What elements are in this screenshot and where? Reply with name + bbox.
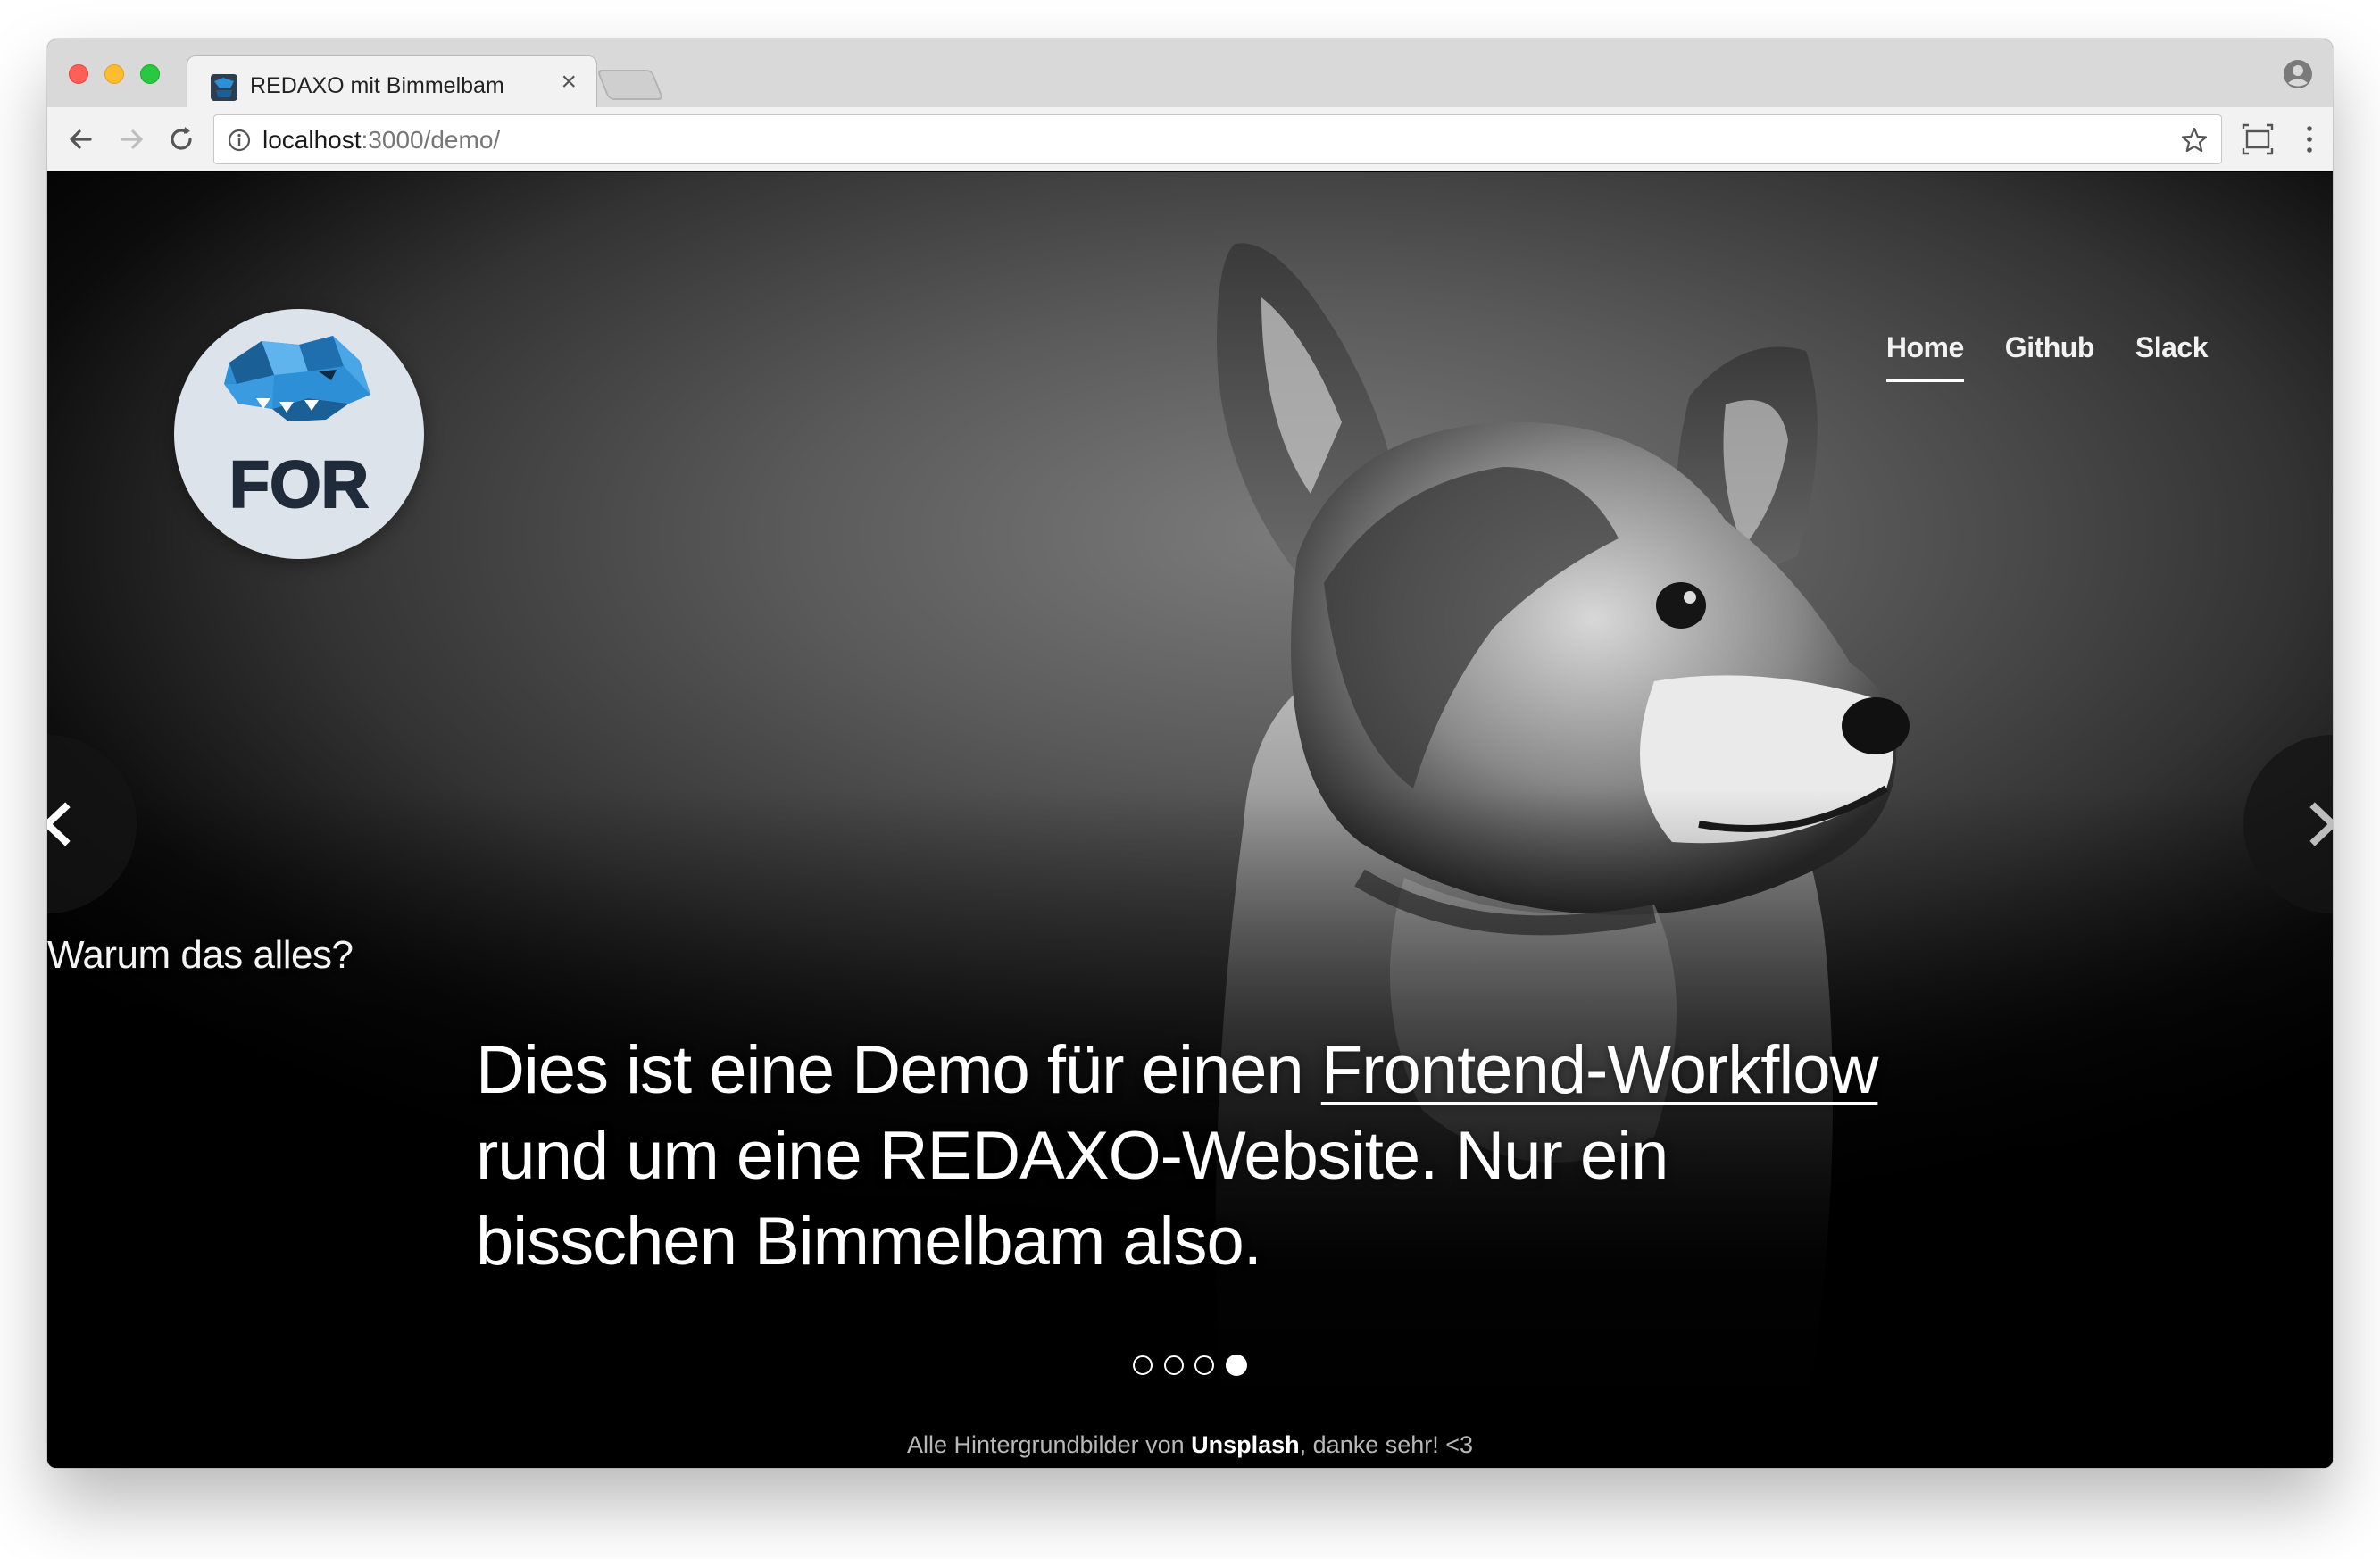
favicon-icon <box>211 74 237 101</box>
browser-tab[interactable]: REDAXO mit Bimmelbam × <box>187 55 597 109</box>
slider-dot-1[interactable] <box>1133 1355 1153 1375</box>
footer-credit: Alle Hintergrundbilder von Unsplash, dan… <box>47 1431 2333 1459</box>
unsplash-link[interactable]: Unsplash <box>1191 1431 1300 1458</box>
url-host: localhost <box>262 126 362 154</box>
more-options-icon[interactable] <box>2301 123 2318 155</box>
tab-close-icon[interactable]: × <box>561 69 577 96</box>
site-logo[interactable]: FOR <box>174 309 424 559</box>
nav-item-github[interactable]: Github <box>2005 331 2095 382</box>
slide-caption-title: Warum das alles? <box>47 933 354 977</box>
caption-post: rund um eine REDAXO-Website. Nur ein bis… <box>476 1118 1668 1280</box>
caption-pre: Dies ist eine Demo für einen <box>476 1032 1321 1108</box>
browser-window: REDAXO mit Bimmelbam × localhost:3000/de… <box>47 39 2333 1468</box>
nav-item-slack[interactable]: Slack <box>2135 331 2209 382</box>
slider-dot-2[interactable] <box>1163 1355 1184 1375</box>
close-window-button[interactable] <box>69 64 88 84</box>
slider-pagination <box>47 1355 2333 1376</box>
tab-bar: REDAXO mit Bimmelbam × <box>47 39 2333 109</box>
page-viewport: FOR Home Github Slack Warum das alles? D… <box>47 172 2333 1468</box>
logo-text: FOR <box>229 447 369 521</box>
chevron-right-icon <box>2309 802 2333 846</box>
slider-dot-3[interactable] <box>1194 1355 1215 1375</box>
tab-title: REDAXO mit Bimmelbam <box>250 73 504 98</box>
footer-pre: Alle Hintergrundbilder von <box>906 1431 1192 1458</box>
minimize-window-button[interactable] <box>104 64 124 84</box>
nav-item-home[interactable]: Home <box>1885 331 1964 382</box>
slider-dot-4[interactable] <box>1225 1355 1247 1376</box>
url-path: :3000/demo/ <box>361 126 501 154</box>
info-icon[interactable] <box>227 128 252 153</box>
frontend-workflow-link[interactable]: Frontend-Workflow <box>1321 1032 1879 1108</box>
url-text: localhost:3000/demo/ <box>262 126 500 154</box>
bookmark-star-icon[interactable] <box>2180 126 2209 154</box>
reload-icon[interactable] <box>163 121 199 157</box>
back-icon[interactable] <box>63 121 99 157</box>
browser-toolbar: localhost:3000/demo/ <box>47 107 2333 171</box>
footer-post: , danke sehr! <3 <box>1299 1431 1474 1458</box>
chevron-left-icon <box>47 802 71 846</box>
profile-icon[interactable] <box>2283 59 2313 89</box>
address-bar[interactable]: localhost:3000/demo/ <box>213 114 2222 164</box>
slide-caption-text: Dies ist eine Demo für einen Frontend-Wo… <box>476 1028 1904 1285</box>
new-tab-button[interactable] <box>596 70 664 100</box>
main-navigation: Home Github Slack <box>1885 331 2209 382</box>
forward-icon[interactable] <box>113 121 149 157</box>
dragon-logo-icon: FOR <box>224 336 370 522</box>
maximize-window-button[interactable] <box>140 64 160 84</box>
screen-capture-icon[interactable] <box>2242 123 2274 155</box>
